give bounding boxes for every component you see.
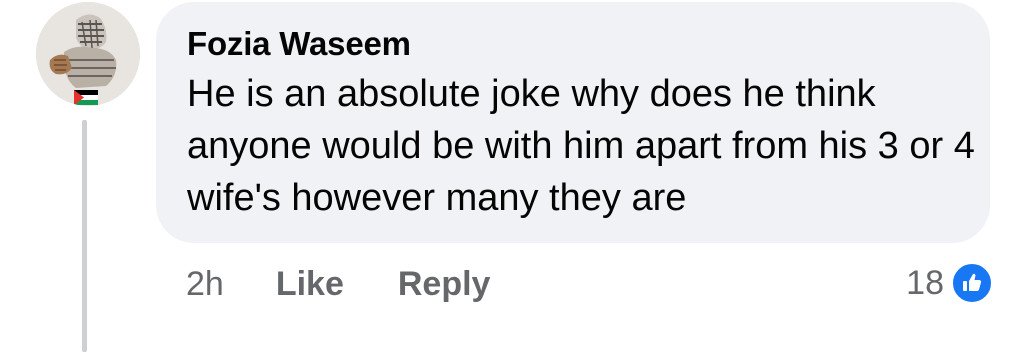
comment-bubble: Fozia Waseem He is an absolute joke why … — [156, 2, 990, 243]
like-button[interactable]: Like — [276, 265, 344, 304]
thread-line — [82, 120, 87, 352]
profile-picture-icon — [36, 2, 140, 106]
reaction-count: 18 — [906, 263, 944, 302]
reaction-summary[interactable]: 18 — [906, 260, 994, 306]
comment-item: Fozia Waseem He is an absolute joke why … — [0, 0, 1024, 352]
avatar[interactable] — [36, 2, 140, 106]
comment-timestamp[interactable]: 2h — [186, 265, 224, 304]
reply-button[interactable]: Reply — [398, 265, 491, 304]
comment-actions: 2h Like Reply — [186, 262, 544, 306]
like-thumbs-up-icon — [950, 261, 994, 305]
comment-text: He is an absolute joke why does he think… — [187, 73, 975, 219]
comment-author[interactable]: Fozia Waseem — [187, 24, 966, 64]
